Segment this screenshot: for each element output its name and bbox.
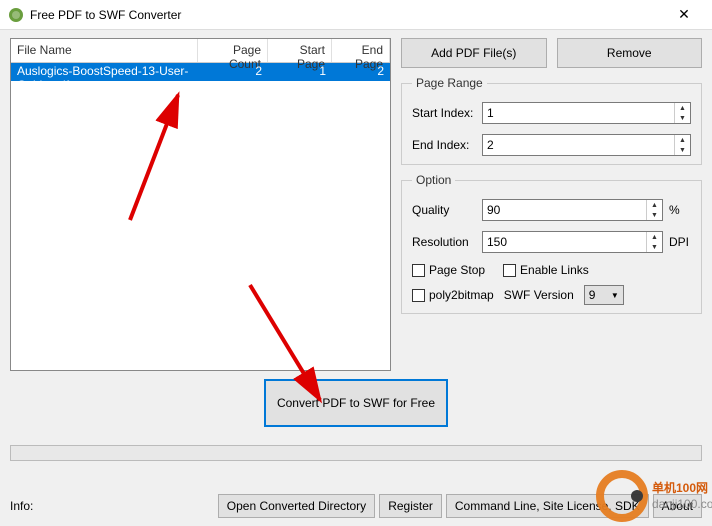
add-pdf-button[interactable]: Add PDF File(s) xyxy=(401,38,547,68)
title-bar: Free PDF to SWF Converter ✕ xyxy=(0,0,712,30)
start-index-spinner[interactable]: ▲▼ xyxy=(482,102,691,124)
page-range-legend: Page Range xyxy=(412,76,487,90)
quality-label: Quality xyxy=(412,203,482,217)
checkbox-box-icon xyxy=(503,264,516,277)
resolution-label: Resolution xyxy=(412,235,482,249)
table-row[interactable]: Auslogics-BoostSpeed-13-User-Guide.pdf 2… xyxy=(11,63,390,81)
resolution-spinner[interactable]: ▲▼ xyxy=(482,231,663,253)
cmdline-label: Command Line, Site License, SDK xyxy=(455,499,640,513)
page-range-group: Page Range Start Index: ▲▼ End Index: ▲▼ xyxy=(401,76,702,165)
add-pdf-label: Add PDF File(s) xyxy=(431,46,516,60)
option-group: Option Quality ▲▼ % Resolution ▲▼ DPI xyxy=(401,173,702,314)
remove-button[interactable]: Remove xyxy=(557,38,703,68)
checkbox-box-icon xyxy=(412,289,425,302)
col-header-startpage[interactable]: Start Page xyxy=(268,39,332,62)
poly2bitmap-checkbox[interactable]: poly2bitmap xyxy=(412,288,494,302)
spinner-up-icon[interactable]: ▲ xyxy=(675,135,690,145)
resolution-input[interactable] xyxy=(483,232,646,252)
enable-links-checkbox[interactable]: Enable Links xyxy=(503,263,589,277)
cell-endpage: 2 xyxy=(332,63,390,81)
convert-label: Convert PDF to SWF for Free xyxy=(277,396,435,410)
end-index-input[interactable] xyxy=(483,135,674,155)
spinner-up-icon[interactable]: ▲ xyxy=(647,232,662,242)
end-index-spinner[interactable]: ▲▼ xyxy=(482,134,691,156)
svg-text:单机100网: 单机100网 xyxy=(652,480,708,495)
open-dir-label: Open Converted Directory xyxy=(227,499,366,513)
app-icon xyxy=(8,7,24,23)
cell-filename: Auslogics-BoostSpeed-13-User-Guide.pdf xyxy=(11,63,198,81)
close-button[interactable]: ✕ xyxy=(664,0,704,30)
info-label: Info: xyxy=(10,499,214,513)
swf-version-label: SWF Version xyxy=(504,288,574,302)
spinner-down-icon[interactable]: ▼ xyxy=(675,113,690,123)
col-header-pagecount[interactable]: Page Count xyxy=(198,39,268,62)
quality-spinner[interactable]: ▲▼ xyxy=(482,199,663,221)
col-header-filename[interactable]: File Name xyxy=(11,39,198,62)
register-label: Register xyxy=(388,499,433,513)
convert-button[interactable]: Convert PDF to SWF for Free xyxy=(264,379,448,427)
resolution-suffix: DPI xyxy=(669,235,691,249)
remove-label: Remove xyxy=(607,46,652,60)
spinner-down-icon[interactable]: ▼ xyxy=(647,210,662,220)
poly2bitmap-label: poly2bitmap xyxy=(429,288,494,302)
quality-input[interactable] xyxy=(483,200,646,220)
checkbox-box-icon xyxy=(412,264,425,277)
file-list-panel: File Name Page Count Start Page End Page… xyxy=(10,38,391,371)
spinner-up-icon[interactable]: ▲ xyxy=(647,200,662,210)
spinner-down-icon[interactable]: ▼ xyxy=(675,145,690,155)
about-label: About xyxy=(662,499,693,513)
cell-pagecount: 2 xyxy=(198,63,268,81)
about-button[interactable]: About xyxy=(653,494,702,518)
window-title: Free PDF to SWF Converter xyxy=(30,8,664,22)
option-legend: Option xyxy=(412,173,455,187)
quality-suffix: % xyxy=(669,203,691,217)
page-stop-checkbox[interactable]: Page Stop xyxy=(412,263,485,277)
swf-version-select[interactable]: 9 ▼ xyxy=(584,285,624,305)
enable-links-label: Enable Links xyxy=(520,263,589,277)
swf-version-value: 9 xyxy=(589,288,596,302)
command-line-button[interactable]: Command Line, Site License, SDK xyxy=(446,494,649,518)
spinner-down-icon[interactable]: ▼ xyxy=(647,242,662,252)
chevron-down-icon: ▼ xyxy=(611,291,619,300)
progress-bar xyxy=(10,445,702,461)
spinner-up-icon[interactable]: ▲ xyxy=(675,103,690,113)
footer: Info: Open Converted Directory Register … xyxy=(10,494,702,518)
end-index-label: End Index: xyxy=(412,138,482,152)
page-stop-label: Page Stop xyxy=(429,263,485,277)
start-index-label: Start Index: xyxy=(412,106,482,120)
file-list-header: File Name Page Count Start Page End Page xyxy=(11,39,390,63)
start-index-input[interactable] xyxy=(483,103,674,123)
register-button[interactable]: Register xyxy=(379,494,442,518)
open-directory-button[interactable]: Open Converted Directory xyxy=(218,494,375,518)
col-header-endpage[interactable]: End Page xyxy=(332,39,390,62)
cell-startpage: 1 xyxy=(268,63,332,81)
